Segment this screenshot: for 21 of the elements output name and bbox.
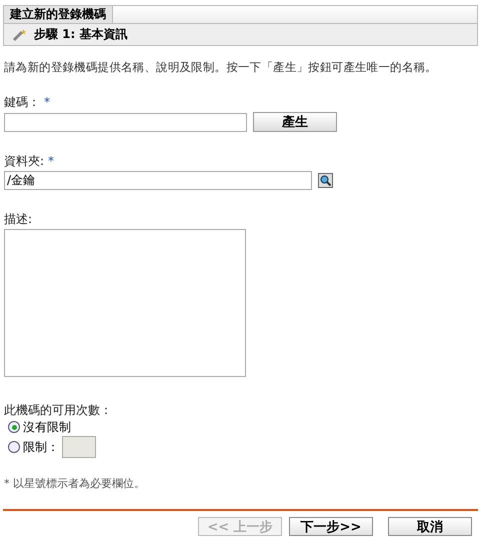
footnote-text: * 以星號標示者為必要欄位。 <box>4 476 146 491</box>
folder-field[interactable]: /金鑰 <box>4 171 312 190</box>
next-button[interactable]: 下一步>> <box>289 517 373 536</box>
generate-button[interactable]: 產生 <box>253 112 337 132</box>
key-field[interactable] <box>4 112 247 132</box>
field-label: 鍵碼： <box>4 95 40 109</box>
description-field[interactable] <box>4 229 246 377</box>
search-icon[interactable] <box>318 173 333 188</box>
usage-label: 此機碼的可用次數： <box>4 403 113 417</box>
cancel-button[interactable]: 取消 <box>388 517 472 536</box>
step-title: 步驟 1: 基本資訊 <box>34 26 128 43</box>
radio-label: 沒有限制 <box>23 418 71 436</box>
tab[interactable]: 建立新的登錄機碼 <box>4 6 113 23</box>
field-label: 資料夾: <box>4 154 44 168</box>
wand-icon <box>12 28 28 42</box>
instruction-text: 請為新的登錄機碼提供名稱、說明及限制。按一下「產生」按鈕可產生唯一的名稱。 <box>4 60 438 75</box>
radio-button[interactable] <box>8 421 20 433</box>
field-label: 描述: <box>4 212 32 226</box>
radio-label: 限制： <box>23 438 59 456</box>
required-mark: * <box>44 95 50 109</box>
required-mark: * <box>48 154 54 168</box>
